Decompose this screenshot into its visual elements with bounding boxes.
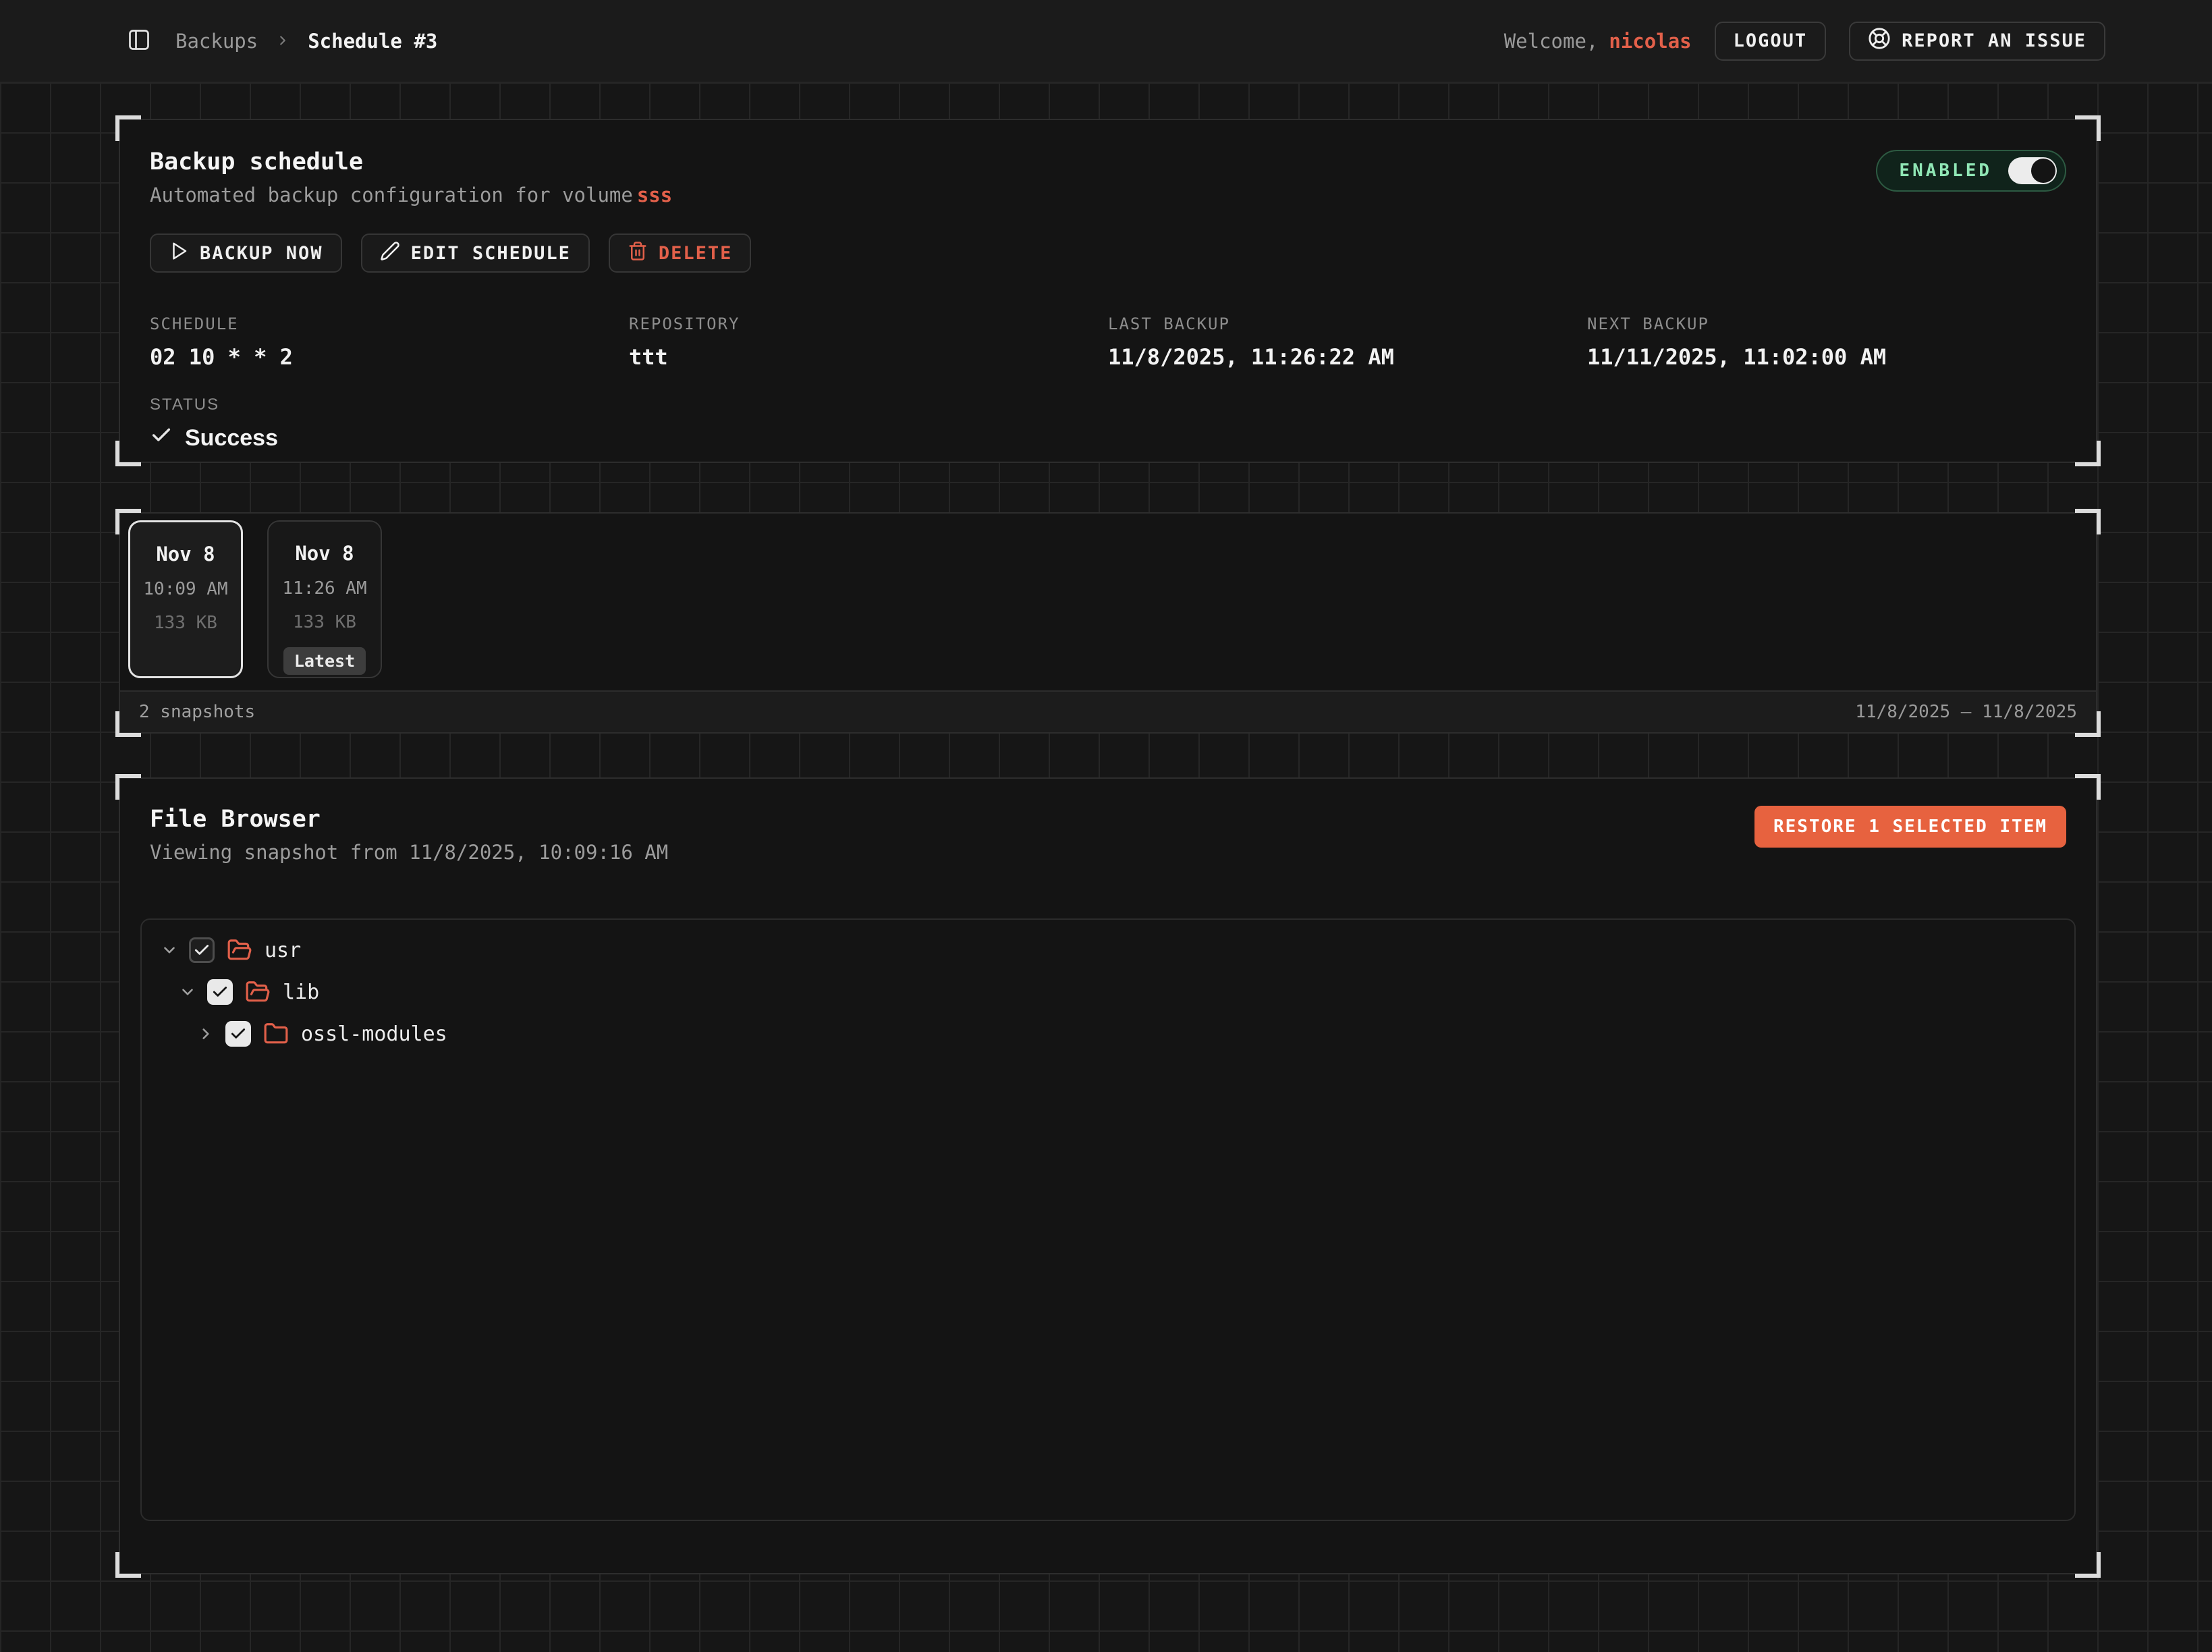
- snapshot-count: 2 snapshots: [139, 702, 255, 722]
- tree-label[interactable]: usr: [265, 939, 301, 962]
- tree-row-lib[interactable]: lib: [142, 971, 2074, 1013]
- snapshot-time: 11:26 AM: [282, 578, 366, 599]
- snapshot-date: Nov 8: [156, 543, 215, 566]
- delete-label: DELETE: [659, 243, 733, 264]
- top-bar: Backups Schedule #3 Welcome, nicolas LOG…: [0, 0, 2212, 82]
- field-value: 11/8/2025, 11:26:22 AM: [1108, 344, 1587, 370]
- field-label: LAST BACKUP: [1108, 314, 1587, 333]
- snapshot-size: 133 KB: [154, 613, 217, 633]
- field-label: SCHEDULE: [150, 314, 629, 333]
- chevron-right-icon[interactable]: [197, 1025, 215, 1043]
- breadcrumb-parent[interactable]: Backups: [175, 30, 258, 53]
- field-status: STATUS Success: [150, 395, 629, 453]
- chevron-right-icon: [275, 30, 290, 53]
- tree-label[interactable]: lib: [283, 981, 319, 1004]
- enabled-pill[interactable]: ENABLED: [1876, 150, 2066, 192]
- welcome-text: Welcome, nicolas: [1504, 30, 1692, 53]
- trash-icon: [628, 241, 648, 266]
- status-label: STATUS: [150, 395, 629, 414]
- field-last-backup: LAST BACKUP 11/8/2025, 11:26:22 AM: [1108, 314, 1587, 370]
- snapshots-card: Nov 8 10:09 AM 133 KB Nov 8 11:26 AM 133…: [119, 512, 2097, 734]
- latest-badge: Latest: [283, 647, 366, 675]
- snapshot-time: 10:09 AM: [143, 579, 227, 599]
- checkbox-usr[interactable]: [189, 937, 215, 963]
- tree-label[interactable]: ossl-modules: [301, 1022, 447, 1046]
- corner-bracket: [2075, 441, 2101, 466]
- field-value: 11/11/2025, 11:02:00 AM: [1587, 344, 2066, 370]
- snapshot-date-range: 11/8/2025 – 11/8/2025: [1855, 702, 2077, 722]
- username: nicolas: [1609, 30, 1691, 53]
- field-repository: REPOSITORY ttt: [629, 314, 1108, 370]
- delete-button[interactable]: DELETE: [609, 233, 752, 273]
- breadcrumb-current: Schedule #3: [308, 30, 437, 53]
- snapshot-date: Nov 8: [295, 542, 354, 565]
- folder-open-icon: [245, 979, 271, 1005]
- backup-now-button[interactable]: BACKUP NOW: [150, 233, 342, 273]
- breadcrumb: Backups Schedule #3: [175, 30, 437, 53]
- folder-icon: [263, 1021, 289, 1047]
- checkbox-lib[interactable]: [207, 979, 233, 1005]
- volume-name: sss: [637, 184, 672, 206]
- enabled-label: ENABLED: [1899, 161, 1992, 181]
- tree-row-usr[interactable]: usr: [142, 929, 2074, 971]
- check-icon: [150, 424, 173, 453]
- field-value: ttt: [629, 344, 1108, 370]
- field-label: NEXT BACKUP: [1587, 314, 2066, 333]
- corner-bracket: [115, 115, 141, 141]
- snapshot-card-selected[interactable]: Nov 8 10:09 AM 133 KB: [128, 520, 243, 678]
- backup-schedule-card: Backup schedule Automated backup configu…: [119, 119, 2097, 463]
- panel-left-icon: [127, 28, 151, 54]
- chevron-down-icon[interactable]: [161, 941, 178, 959]
- field-schedule: SCHEDULE 02 10 * * 2: [150, 314, 629, 370]
- schedule-card-subtitle: Automated backup configuration for volum…: [150, 184, 672, 206]
- corner-bracket: [2075, 115, 2101, 141]
- backup-now-label: BACKUP NOW: [200, 243, 323, 264]
- snapshot-size: 133 KB: [293, 612, 356, 632]
- field-label: REPOSITORY: [629, 314, 1108, 333]
- toggle-knob: [2031, 159, 2055, 183]
- status-text: Success: [185, 425, 278, 451]
- file-browser-card: File Browser Viewing snapshot from 11/8/…: [119, 777, 2097, 1574]
- file-browser-subtitle: Viewing snapshot from 11/8/2025, 10:09:1…: [150, 841, 668, 864]
- pencil-icon: [380, 241, 400, 266]
- logout-button[interactable]: LOGOUT: [1715, 22, 1827, 61]
- checkbox-ossl-modules[interactable]: [225, 1021, 251, 1047]
- folder-open-icon: [227, 937, 252, 963]
- file-tree-panel: usr lib ossl-modules: [140, 918, 2076, 1521]
- report-issue-label: REPORT AN ISSUE: [1902, 30, 2086, 51]
- snapshot-card-latest[interactable]: Nov 8 11:26 AM 133 KB Latest: [267, 520, 382, 678]
- play-icon: [169, 241, 189, 266]
- enabled-toggle[interactable]: [2008, 157, 2057, 184]
- corner-bracket: [115, 1552, 141, 1578]
- snapshots-footer: 2 snapshots 11/8/2025 – 11/8/2025: [120, 690, 2096, 732]
- corner-bracket: [2075, 1552, 2101, 1578]
- edit-schedule-button[interactable]: EDIT SCHEDULE: [361, 233, 590, 273]
- welcome-prefix: Welcome,: [1504, 30, 1599, 53]
- field-value: 02 10 * * 2: [150, 344, 629, 370]
- file-browser-title: File Browser: [150, 806, 668, 833]
- field-next-backup: NEXT BACKUP 11/11/2025, 11:02:00 AM: [1587, 314, 2066, 370]
- chevron-down-icon[interactable]: [179, 983, 196, 1001]
- sidebar-toggle-button[interactable]: [127, 28, 151, 54]
- schedule-card-title: Backup schedule: [150, 148, 672, 175]
- status-badge: Success: [150, 424, 629, 453]
- tree-row-ossl-modules[interactable]: ossl-modules: [142, 1013, 2074, 1055]
- life-buoy-icon: [1868, 27, 1891, 55]
- edit-schedule-label: EDIT SCHEDULE: [411, 243, 571, 264]
- subtitle-prefix: Automated backup configuration for volum…: [150, 184, 633, 206]
- report-issue-button[interactable]: REPORT AN ISSUE: [1849, 22, 2105, 61]
- corner-bracket: [115, 441, 141, 466]
- restore-button[interactable]: RESTORE 1 SELECTED ITEM: [1754, 806, 2066, 848]
